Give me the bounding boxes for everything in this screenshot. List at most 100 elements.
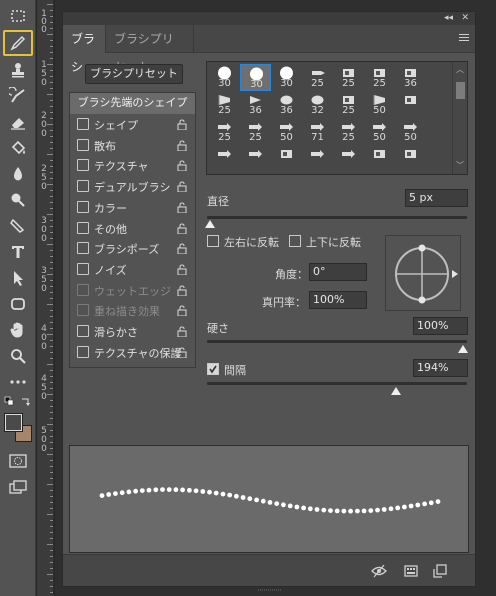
flip-x-checkbox[interactable] bbox=[207, 235, 219, 247]
lock-icon[interactable] bbox=[177, 181, 187, 193]
brush-tip[interactable]: 32 bbox=[302, 91, 333, 118]
spacing-checkbox[interactable] bbox=[207, 363, 219, 375]
hardness-slider-track[interactable] bbox=[207, 340, 467, 343]
pen-tool-icon[interactable] bbox=[4, 214, 32, 238]
history-brush-tool-icon[interactable] bbox=[4, 84, 32, 108]
type-tool-icon[interactable] bbox=[4, 240, 32, 264]
toggle-brush-preview-icon[interactable] bbox=[371, 564, 387, 578]
brush-option-checkbox[interactable] bbox=[77, 159, 89, 172]
blur-tool-icon[interactable] bbox=[4, 162, 32, 186]
brush-tip[interactable]: 25 bbox=[333, 118, 364, 145]
brush-tool-icon[interactable] bbox=[3, 30, 33, 56]
brush-tip[interactable]: 50 bbox=[395, 118, 426, 145]
brush-option-checkbox[interactable] bbox=[77, 262, 89, 275]
brush-option-checkbox[interactable] bbox=[77, 118, 89, 130]
brush-tip[interactable]: 71 bbox=[302, 118, 333, 145]
angle-roundness-widget[interactable] bbox=[385, 235, 461, 311]
brush-tip-shape-header[interactable]: ブラシ先端のシェイプ bbox=[70, 93, 195, 114]
zoom-tool-icon[interactable] bbox=[4, 344, 32, 368]
brush-tip[interactable]: 36 bbox=[395, 64, 426, 91]
shape-tool-icon[interactable] bbox=[4, 292, 32, 316]
brush-option-row[interactable]: ブラシポーズ bbox=[70, 238, 195, 259]
brush-option-checkbox[interactable] bbox=[77, 242, 89, 255]
lock-icon[interactable] bbox=[177, 264, 187, 276]
brush-option-checkbox[interactable] bbox=[77, 221, 89, 234]
tab-brush[interactable]: ブラシ bbox=[63, 25, 106, 74]
path-select-tool-icon[interactable] bbox=[4, 266, 32, 290]
lock-icon[interactable] bbox=[177, 326, 187, 338]
brush-tip[interactable]: 25 bbox=[364, 64, 395, 91]
brush-option-checkbox[interactable] bbox=[77, 138, 89, 151]
brush-tip[interactable]: 50 bbox=[271, 118, 302, 145]
brush-option-row[interactable]: ウェットエッジ bbox=[70, 280, 195, 301]
scroll-up-icon[interactable]: ︿ bbox=[456, 64, 464, 75]
brush-tip[interactable] bbox=[395, 145, 426, 172]
lock-icon[interactable] bbox=[177, 119, 187, 131]
close-panel-icon[interactable]: ✕ bbox=[461, 12, 469, 24]
stamp-tool-icon[interactable] bbox=[4, 58, 32, 82]
grid-view-icon[interactable] bbox=[404, 564, 418, 578]
brush-tip[interactable] bbox=[302, 145, 333, 172]
brush-tip[interactable]: 25 bbox=[302, 64, 333, 91]
panel-menu-icon[interactable] bbox=[459, 34, 469, 43]
spacing-slider-track[interactable] bbox=[207, 382, 467, 385]
brush-option-row[interactable]: 滑らかさ bbox=[70, 321, 195, 342]
roundness-field[interactable]: 100% bbox=[309, 291, 367, 309]
brush-tip[interactable]: 25 bbox=[209, 91, 240, 118]
brush-option-row[interactable]: シェイプ bbox=[70, 114, 195, 135]
brush-tip[interactable] bbox=[364, 145, 395, 172]
brush-tip[interactable] bbox=[395, 91, 426, 118]
scroll-thumb[interactable] bbox=[456, 82, 465, 99]
brush-tip[interactable] bbox=[240, 145, 271, 172]
screen-mode-icon[interactable] bbox=[9, 480, 27, 496]
size-slider-track[interactable] bbox=[207, 216, 467, 219]
hardness-field[interactable]: 100% bbox=[413, 317, 468, 335]
brush-option-row[interactable]: カラー bbox=[70, 197, 195, 218]
brush-option-checkbox[interactable] bbox=[77, 180, 89, 193]
more-tools-icon[interactable] bbox=[4, 370, 32, 394]
default-colors-icon[interactable] bbox=[4, 396, 32, 408]
marquee-tool-icon[interactable] bbox=[4, 4, 32, 28]
brush-option-row[interactable]: テクスチャの保護 bbox=[70, 342, 195, 363]
lock-icon[interactable] bbox=[177, 347, 187, 359]
brush-option-row[interactable]: デュアルブラシ bbox=[70, 176, 195, 197]
hand-tool-icon[interactable] bbox=[4, 318, 32, 342]
collapse-panel-icon[interactable]: ◂◂ bbox=[444, 12, 453, 24]
quick-mask-icon[interactable] bbox=[9, 453, 27, 469]
brush-option-row[interactable]: テクスチャ bbox=[70, 155, 195, 176]
flip-y-checkbox[interactable] bbox=[289, 235, 301, 247]
lock-icon[interactable] bbox=[177, 160, 187, 172]
brush-tip[interactable]: 36 bbox=[240, 91, 271, 118]
scroll-down-icon[interactable]: ﹀ bbox=[456, 160, 464, 171]
dodge-tool-icon[interactable] bbox=[4, 188, 32, 212]
brush-tip-selected[interactable]: 30 bbox=[240, 64, 271, 91]
brush-tip[interactable]: 50 bbox=[364, 91, 395, 118]
resize-grip-icon[interactable] bbox=[258, 582, 282, 591]
brush-tip[interactable] bbox=[209, 145, 240, 172]
hardness-slider-handle[interactable] bbox=[458, 345, 468, 353]
spacing-field[interactable]: 194% bbox=[413, 359, 468, 377]
brush-option-row[interactable]: 散布 bbox=[70, 135, 195, 156]
paint-bucket-tool-icon[interactable] bbox=[4, 136, 32, 160]
foreground-color-swatch[interactable] bbox=[4, 413, 23, 432]
brush-tip[interactable] bbox=[333, 145, 364, 172]
brush-tip[interactable]: 25 bbox=[333, 91, 364, 118]
brush-option-row[interactable]: 重ね描き効果 bbox=[70, 300, 195, 321]
brush-tip[interactable] bbox=[271, 145, 302, 172]
new-preset-icon[interactable] bbox=[433, 564, 447, 578]
brush-tip[interactable]: 36 bbox=[271, 91, 302, 118]
lock-icon[interactable] bbox=[177, 202, 187, 214]
lock-icon[interactable] bbox=[177, 140, 187, 152]
brush-grid-scrollbar[interactable]: ︿ ﹀ bbox=[452, 62, 467, 174]
brush-presets-button[interactable]: ブラシプリセット bbox=[85, 64, 183, 84]
brush-tip[interactable]: 30 bbox=[209, 64, 240, 91]
brush-tip[interactable]: 25 bbox=[209, 118, 240, 145]
lock-icon[interactable] bbox=[177, 222, 187, 235]
angle-field[interactable]: 0° bbox=[309, 263, 367, 281]
brush-option-checkbox[interactable] bbox=[77, 200, 89, 213]
brush-tip[interactable]: 30 bbox=[271, 64, 302, 91]
brush-tip[interactable]: 25 bbox=[333, 64, 364, 91]
tab-brush-presets[interactable]: ブラシプリセット bbox=[106, 25, 194, 74]
brush-option-checkbox[interactable] bbox=[77, 345, 89, 358]
lock-icon[interactable] bbox=[177, 243, 187, 255]
